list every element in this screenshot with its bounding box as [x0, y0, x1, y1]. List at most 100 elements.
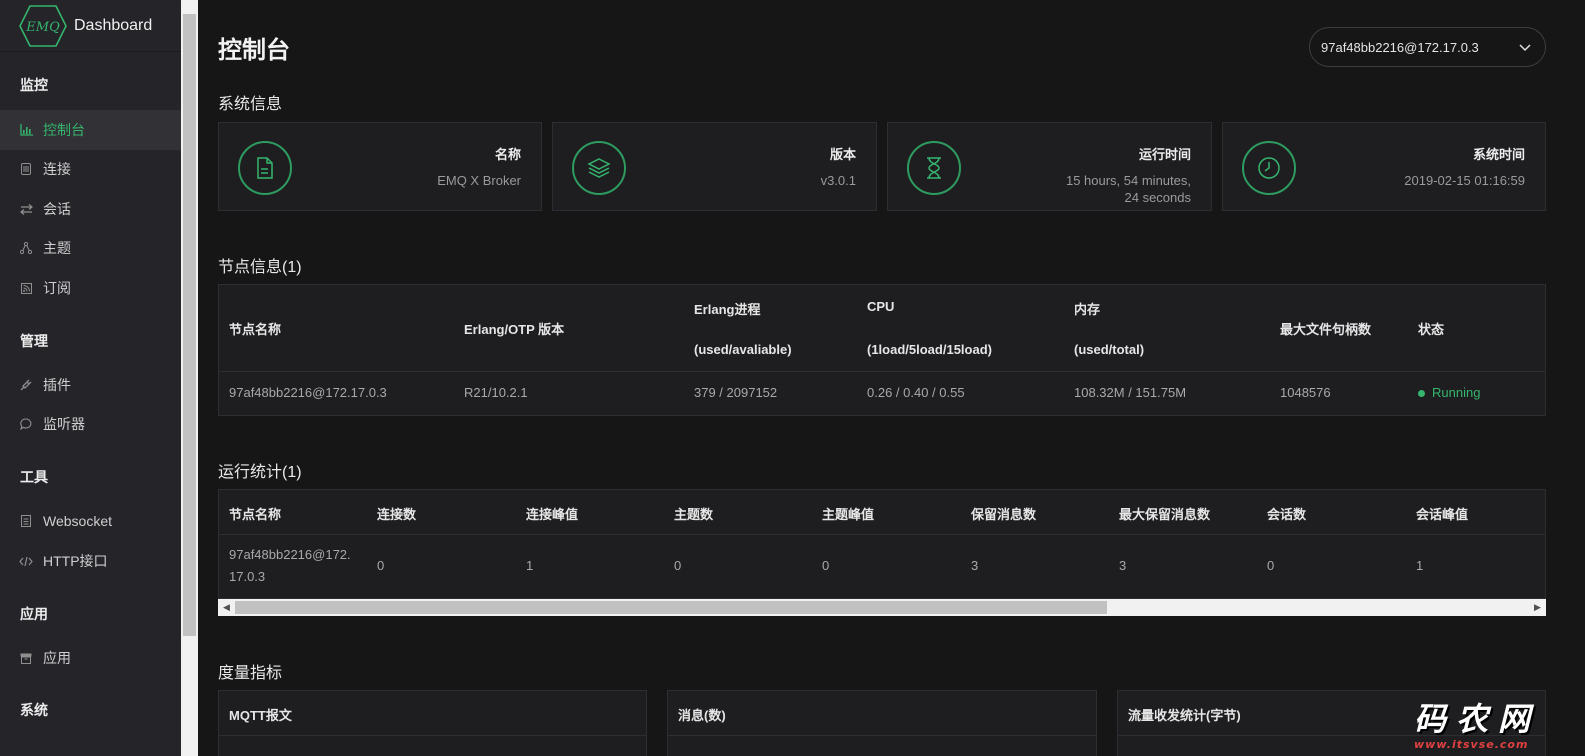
col-erlang-process: Erlang进程	[694, 302, 761, 317]
info-card-system-time: 系统时间 2019-02-15 01:16:59	[1222, 122, 1546, 211]
sidebar: EMQ Dashboard 监控 控制台 连接 会话 主题 订阅 管理 插件 监…	[0, 0, 181, 756]
sidebar-item-apps[interactable]: 应用	[0, 638, 181, 678]
node-select[interactable]: 97af48bb2216@172.17.0.3	[1309, 27, 1546, 67]
brand[interactable]: EMQ Dashboard	[0, 0, 181, 52]
metric-card-messages: 消息(数)	[667, 690, 1097, 756]
sidebar-item-label: 会话	[43, 201, 71, 217]
col-connections: 连接数	[377, 507, 417, 522]
archive-icon	[19, 651, 33, 665]
cell-memory: 108.32M / 151.75M	[1074, 385, 1187, 400]
group-title-tools: 工具	[20, 469, 48, 485]
cell-node-name: 97af48bb2216@172.17.0.3	[229, 385, 387, 400]
col-erlang-otp: Erlang/OTP 版本	[464, 322, 565, 337]
cell-topics-peak: 0	[822, 558, 830, 573]
cell-connections-peak: 1	[526, 558, 534, 573]
row-divider	[219, 534, 1545, 535]
scrollbar-thumb[interactable]	[235, 601, 1107, 614]
hourglass-icon	[907, 141, 961, 195]
col-retained-max: 最大保留消息数	[1119, 507, 1211, 522]
bar-chart-icon	[19, 123, 33, 137]
brand-title: Dashboard	[74, 16, 153, 34]
sidebar-scrollbar[interactable]	[181, 0, 198, 756]
document-icon	[19, 514, 33, 528]
card-label: 系统时间	[1472, 147, 1525, 162]
clock-icon	[1242, 141, 1296, 195]
cell-retained: 3	[971, 558, 979, 573]
col-status: 状态	[1418, 322, 1445, 337]
chevron-down-icon	[1519, 44, 1531, 52]
cell-erlang-otp: R21/10.2.1	[464, 385, 528, 400]
sidebar-item-subscriptions[interactable]: 订阅	[0, 268, 181, 308]
card-value: EMQ X Broker	[437, 173, 521, 188]
cell-sessions: 0	[1267, 558, 1275, 573]
server-icon	[19, 162, 33, 176]
col-erlang-process-sub: (used/avaliable)	[694, 342, 792, 357]
cell-node-name: 97af48bb2216@172. 17.0.3	[229, 544, 351, 588]
emq-logo-icon: EMQ	[19, 4, 67, 47]
swap-arrows-icon	[19, 202, 33, 216]
sidebar-item-label: HTTP接口	[43, 553, 108, 569]
info-card-name: 名称 EMQ X Broker	[218, 122, 542, 211]
sidebar-item-websocket[interactable]: Websocket	[0, 501, 181, 541]
col-max-fds: 最大文件句柄数	[1280, 322, 1372, 337]
sidebar-item-label: Websocket	[43, 513, 112, 529]
sidebar-item-label: 应用	[43, 650, 71, 666]
card-label: 版本	[829, 147, 856, 162]
run-stats-table: 节点名称 连接数 连接峰值 主题数 主题峰值 保留消息数 最大保留消息数 会话数…	[218, 489, 1546, 599]
sidebar-item-topics[interactable]: 主题	[0, 228, 181, 268]
card-value: v3.0.1	[820, 173, 856, 188]
col-topics-peak: 主题峰值	[822, 507, 875, 522]
col-node-name: 节点名称	[229, 322, 282, 337]
cell-erlang-process: 379 / 2097152	[694, 385, 778, 400]
sidebar-item-plugins[interactable]: 插件	[0, 365, 181, 405]
info-card-uptime: 运行时间 15 hours, 54 minutes, 24 seconds	[887, 122, 1212, 211]
sidebar-item-connections[interactable]: 连接	[0, 149, 181, 189]
sidebar-item-sessions[interactable]: 会话	[0, 189, 181, 229]
uptime-line-1: 15 hours, 54 minutes,	[1065, 173, 1191, 188]
cell-node-name-line-2: 17.0.3	[229, 569, 266, 584]
sidebar-item-label: 插件	[43, 377, 71, 393]
sidebar-scrollbar-thumb[interactable]	[183, 14, 196, 636]
chat-bubble-icon	[19, 417, 33, 431]
sidebar-item-label: 监听器	[43, 416, 85, 432]
cell-topics: 0	[674, 558, 682, 573]
sidebar-item-label: 连接	[43, 161, 71, 177]
page-title: 控制台	[218, 37, 290, 64]
metric-card-title: MQTT报文	[229, 708, 292, 723]
status-badge: Running	[1418, 382, 1480, 404]
node-info-title: 节点信息(1)	[218, 259, 302, 276]
info-card-version: 版本 v3.0.1	[552, 122, 877, 211]
main-content: 控制台 97af48bb2216@172.17.0.3 系统信息 名称 EMQ …	[198, 0, 1585, 756]
plug-icon	[19, 378, 33, 392]
cell-connections: 0	[377, 558, 385, 573]
scroll-left-icon[interactable]: ◀	[218, 599, 235, 616]
col-connections-peak: 连接峰值	[526, 507, 579, 522]
col-node-name: 节点名称	[229, 507, 282, 522]
sidebar-item-dashboard[interactable]: 控制台	[0, 110, 181, 150]
metric-divider	[219, 735, 646, 736]
card-label: 名称	[494, 147, 521, 162]
code-icon	[19, 554, 33, 568]
run-stats-title: 运行统计(1)	[218, 464, 302, 481]
sidebar-item-listeners[interactable]: 监听器	[0, 404, 181, 444]
table-horizontal-scrollbar[interactable]: ◀ ▶	[218, 599, 1546, 616]
system-info-title: 系统信息	[218, 96, 283, 113]
file-icon	[238, 141, 292, 195]
scroll-right-icon[interactable]: ▶	[1529, 599, 1546, 616]
group-title-monitor: 监控	[20, 77, 48, 93]
metrics-title: 度量指标	[218, 665, 283, 682]
group-title-apps: 应用	[20, 606, 48, 622]
col-cpu: CPU	[867, 299, 895, 314]
sidebar-item-label: 主题	[43, 240, 71, 256]
layers-icon	[572, 141, 626, 195]
card-label: 运行时间	[1138, 147, 1191, 162]
card-value: 15 hours, 54 minutes, 24 seconds	[1066, 172, 1191, 206]
metric-divider	[668, 735, 1096, 736]
logo-text: EMQ	[25, 20, 60, 35]
cell-sessions-peak: 1	[1416, 558, 1424, 573]
share-nodes-icon	[19, 241, 33, 255]
metric-card-mqtt: MQTT报文	[218, 690, 647, 756]
sidebar-item-http-api[interactable]: HTTP接口	[0, 541, 181, 581]
col-sessions-peak: 会话峰值	[1416, 507, 1469, 522]
sidebar-item-label: 控制台	[43, 122, 85, 138]
